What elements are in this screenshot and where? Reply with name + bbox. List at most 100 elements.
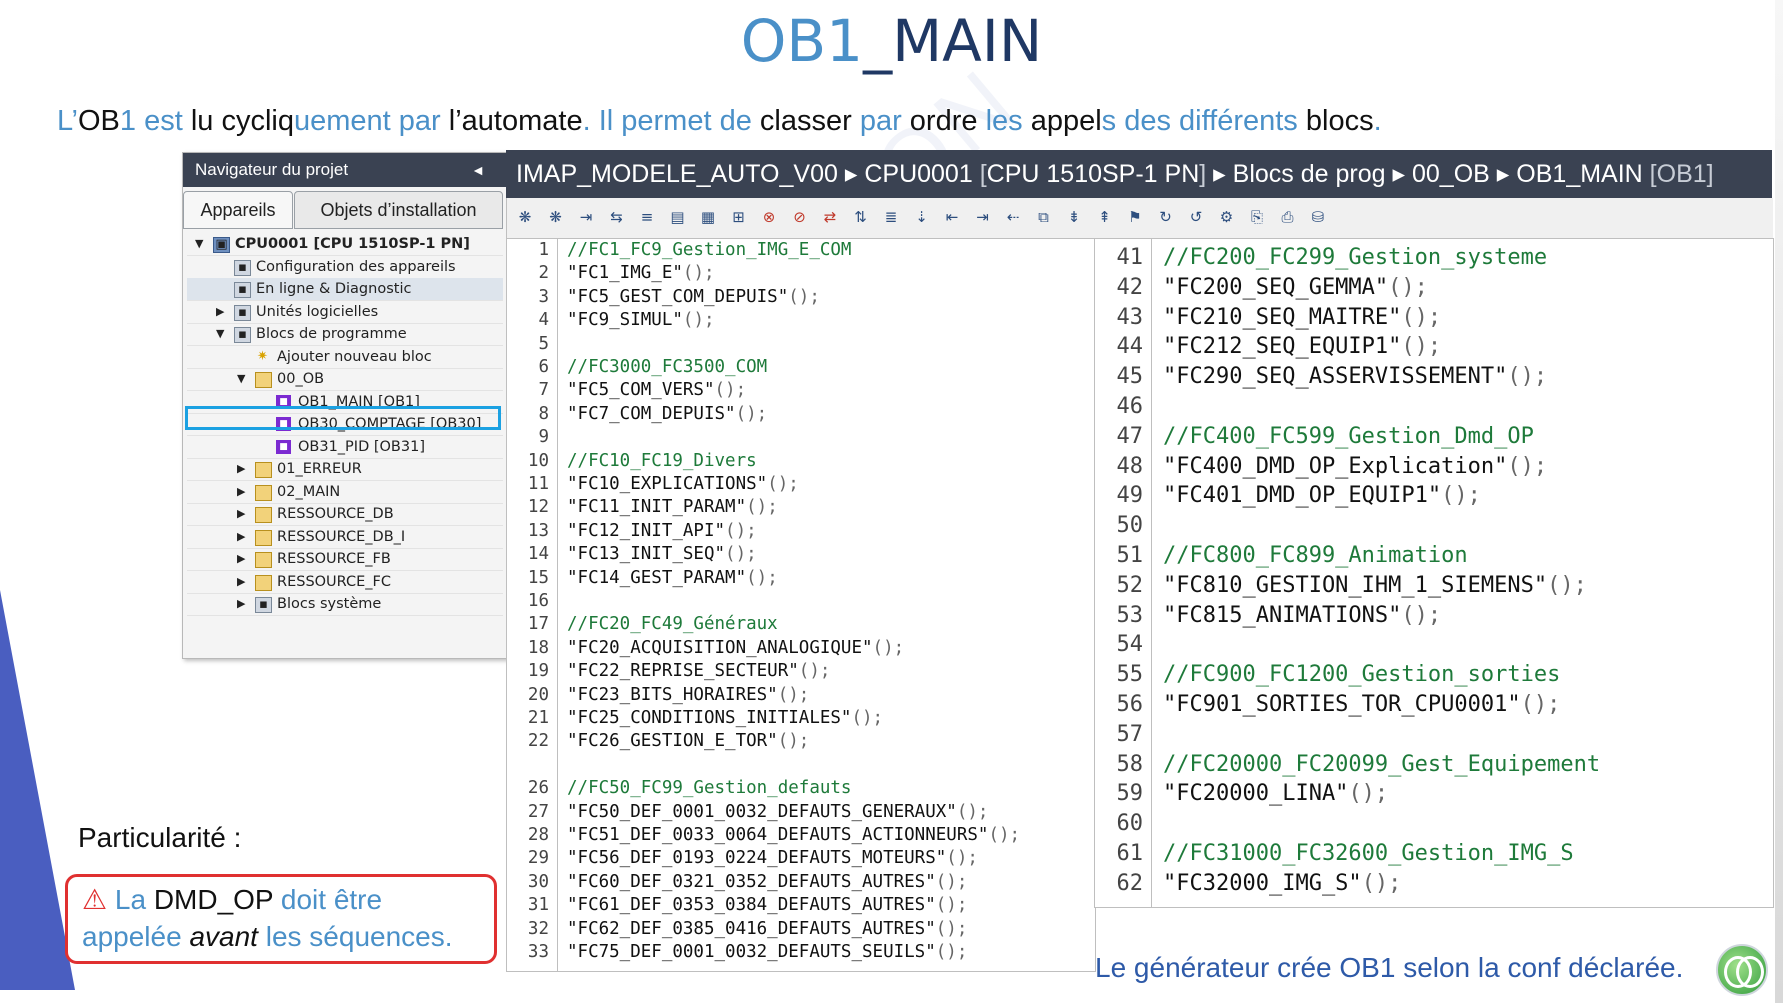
code-line[interactable]: "FC75_DEF_0001_0032_DEFAUTS_SEUILS"();	[567, 941, 967, 964]
breadcrumb-segment[interactable]: ▸	[1206, 160, 1232, 188]
code-line[interactable]: "FC25_CONDITIONS_INITIALES"();	[567, 707, 883, 730]
code-line[interactable]: "FC20000_LINA"();	[1163, 779, 1388, 809]
code-line[interactable]: "FC62_DEF_0385_0416_DEFAUTS_AUTRES"();	[567, 918, 967, 941]
collapsed-arrow-icon[interactable]: ▶	[237, 503, 245, 525]
toolbar-button-icon[interactable]: ▤	[668, 207, 688, 227]
breadcrumb-segment[interactable]: [	[980, 160, 987, 188]
collapsed-arrow-icon[interactable]: ▶	[216, 301, 224, 323]
code-line[interactable]: "FC5_GEST_COM_DEPUIS"();	[567, 286, 820, 309]
collapsed-arrow-icon[interactable]: ▶	[237, 548, 245, 570]
code-comment[interactable]: //FC20000_FC20099_Gest_Equipement	[1163, 750, 1600, 780]
code-comment[interactable]: //FC3000_FC3500_COM	[567, 356, 767, 379]
toolbar-button-icon[interactable]: ⇄	[820, 207, 840, 227]
toolbar-button-icon[interactable]: ≡	[637, 207, 657, 227]
toolbar-button-icon[interactable]: ⊗	[759, 207, 779, 227]
code-line[interactable]: "FC1_IMG_E"();	[567, 262, 715, 285]
code-line[interactable]: "FC56_DEF_0193_0224_DEFAUTS_MOTEURS"();	[567, 847, 978, 870]
tree-item[interactable]: ▶ RESSOURCE_DB_I	[187, 526, 503, 549]
code-line[interactable]: "FC210_SEQ_MAITRE"();	[1163, 303, 1441, 333]
toolbar-button-icon[interactable]: ⇟	[1064, 207, 1084, 227]
collapsed-arrow-icon[interactable]: ▶	[237, 571, 245, 593]
code-line[interactable]: "FC23_BITS_HORAIRES"();	[567, 684, 809, 707]
tab-objets-installation[interactable]: Objets d’installation	[294, 191, 503, 229]
breadcrumb-segment[interactable]: [OB1]	[1650, 160, 1714, 188]
tree-item[interactable]: ▼ ▪ Blocs de programme	[187, 323, 503, 346]
breadcrumb-segment[interactable]: Blocs de prog	[1233, 160, 1386, 188]
code-line[interactable]: "FC22_REPRISE_SECTEUR"();	[567, 660, 830, 683]
code-comment[interactable]: //FC400_FC599_Gestion_Dmd_OP	[1163, 422, 1534, 452]
tree-item[interactable]: ✷ Ajouter nouveau bloc	[187, 346, 503, 369]
code-line[interactable]: "FC50_DEF_0001_0032_DEFAUTS_GENERAUX"();	[567, 801, 988, 824]
code-comment[interactable]: //FC20_FC49_Généraux	[567, 613, 778, 636]
toolbar-button-icon[interactable]: ⎙	[1278, 207, 1298, 227]
collapsed-arrow-icon[interactable]: ▶	[237, 481, 245, 503]
toolbar-button-icon[interactable]: ⎘	[1247, 207, 1267, 227]
collapse-navigator-icon[interactable]: ◄	[471, 153, 485, 187]
code-pane-right[interactable]: 41 //FC200_FC299_Gestion_systeme 42 "FC200_…	[1094, 238, 1774, 908]
toolbar-button-icon[interactable]: ⇥	[576, 207, 596, 227]
tree-item[interactable]: ▼ 00_OB	[187, 368, 503, 391]
code-line[interactable]: "FC12_INIT_API"();	[567, 520, 757, 543]
code-comment[interactable]: //FC1_FC9_Gestion_IMG_E_COM	[567, 239, 851, 262]
toolbar-button-icon[interactable]: ⚑	[1125, 207, 1145, 227]
code-line[interactable]: "FC61_DEF_0353_0384_DEFAUTS_AUTRES"();	[567, 894, 967, 917]
code-line[interactable]: "FC32000_IMG_S"();	[1163, 869, 1401, 899]
toolbar-button-icon[interactable]: ⇞	[1095, 207, 1115, 227]
breadcrumb-segment[interactable]: ▸	[838, 160, 864, 188]
code-line[interactable]: "FC810_GESTION_IHM_1_SIEMENS"();	[1163, 571, 1587, 601]
breadcrumb-segment[interactable]: OB1_MAIN	[1516, 160, 1649, 188]
tree-item[interactable]: ▶ RESSOURCE_FB	[187, 548, 503, 571]
toolbar-button-icon[interactable]: ⚙	[1217, 207, 1237, 227]
code-line[interactable]: "FC51_DEF_0033_0064_DEFAUTS_ACTIONNEURS"…	[567, 824, 1020, 847]
tree-item[interactable]: ▶ 01_ERREUR	[187, 458, 503, 481]
tree-item[interactable]: ▶ ▪ Blocs système	[187, 593, 503, 616]
toolbar-button-icon[interactable]: ⇥	[973, 207, 993, 227]
tree-item[interactable]: ▼ ▣ CPU0001 [CPU 1510SP-1 PN]	[187, 233, 503, 256]
toolbar-button-icon[interactable]: ❋	[546, 207, 566, 227]
code-line[interactable]: "FC901_SORTIES_TOR_CPU0001"();	[1163, 690, 1560, 720]
code-comment[interactable]: //FC31000_FC32600_Gestion_IMG_S	[1163, 839, 1574, 869]
tree-item[interactable]: ▪ En ligne & Diagnostic	[187, 278, 503, 301]
tree-item[interactable]: ▶ 02_MAIN	[187, 481, 503, 504]
toolbar-button-icon[interactable]: ⇣	[912, 207, 932, 227]
code-line[interactable]: "FC60_DEF_0321_0352_DEFAUTS_AUTRES"();	[567, 871, 967, 894]
toolbar-button-icon[interactable]: ⊞	[729, 207, 749, 227]
tree-item[interactable]: ▶ ▪ Unités logicielles	[187, 301, 503, 324]
toolbar-button-icon[interactable]: ▦	[698, 207, 718, 227]
code-line[interactable]: "FC212_SEQ_EQUIP1"();	[1163, 332, 1441, 362]
breadcrumb-segment[interactable]: ▸	[1490, 160, 1516, 188]
code-comment[interactable]: //FC800_FC899_Animation	[1163, 541, 1468, 571]
code-line[interactable]: "FC200_SEQ_GEMMA"();	[1163, 273, 1428, 303]
code-comment[interactable]: //FC900_FC1200_Gestion_sorties	[1163, 660, 1560, 690]
expanded-arrow-icon[interactable]: ▼	[237, 368, 245, 390]
tree-item[interactable]: ▶ RESSOURCE_FC	[187, 571, 503, 594]
toolbar-button-icon[interactable]: ⇅	[851, 207, 871, 227]
code-line[interactable]: "FC10_EXPLICATIONS"();	[567, 473, 799, 496]
toolbar-button-icon[interactable]: ↻	[1156, 207, 1176, 227]
tree-item[interactable]: ▶ RESSOURCE_DB	[187, 503, 503, 526]
tree-item[interactable]: ■ OB31_PID [OB31]	[187, 436, 503, 459]
toolbar-button-icon[interactable]: ↺	[1186, 207, 1206, 227]
code-comment[interactable]: //FC50_FC99_Gestion_defauts	[567, 777, 851, 800]
toolbar-button-icon[interactable]: ⇤	[942, 207, 962, 227]
toolbar-button-icon[interactable]: ⧉	[1034, 207, 1054, 227]
toolbar-button-icon[interactable]: ❋	[515, 207, 535, 227]
code-line[interactable]: "FC14_GEST_PARAM"();	[567, 567, 778, 590]
breadcrumb-segment[interactable]: ▸	[1386, 160, 1412, 188]
tab-appareils[interactable]: Appareils	[183, 191, 293, 229]
breadcrumb-segment[interactable]: CPU 1510SP-1 PN	[987, 160, 1200, 188]
breadcrumb-segment[interactable]: CPU0001	[864, 160, 979, 188]
toolbar-button-icon[interactable]: ⛁	[1308, 207, 1328, 227]
toolbar-button-icon[interactable]: ≣	[881, 207, 901, 227]
code-line[interactable]: "FC5_COM_VERS"();	[567, 379, 746, 402]
code-line[interactable]: "FC9_SIMUL"();	[567, 309, 715, 332]
tree-item[interactable]: ▪ Configuration des appareils	[187, 256, 503, 279]
expanded-arrow-icon[interactable]: ▼	[195, 233, 203, 255]
code-line[interactable]: "FC290_SEQ_ASSERVISSEMENT"();	[1163, 362, 1547, 392]
code-line[interactable]: "FC20_ACQUISITION_ANALOGIQUE"();	[567, 637, 904, 660]
code-line[interactable]: "FC13_INIT_SEQ"();	[567, 543, 757, 566]
code-line[interactable]: "FC26_GESTION_E_TOR"();	[567, 730, 809, 753]
collapsed-arrow-icon[interactable]: ▶	[237, 593, 245, 615]
code-comment[interactable]: //FC10_FC19_Divers	[567, 450, 757, 473]
code-line[interactable]: "FC400_DMD_OP_Explication"();	[1163, 452, 1547, 482]
